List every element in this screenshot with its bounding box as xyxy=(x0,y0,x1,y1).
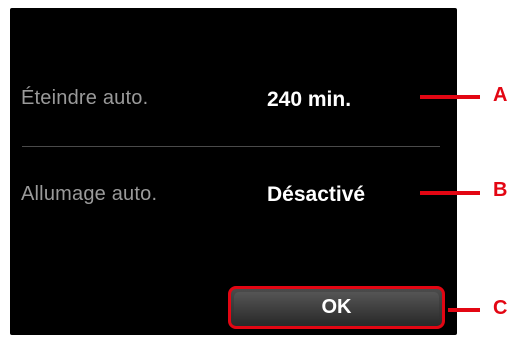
ok-button[interactable]: OK xyxy=(228,286,445,329)
auto-off-label: Éteindre auto. xyxy=(21,87,149,109)
callout-a: A xyxy=(493,84,508,106)
auto-off-value[interactable]: 240 min. xyxy=(267,88,351,112)
callout-b: B xyxy=(493,179,508,201)
ok-button-label: OK xyxy=(321,296,352,318)
printer-lcd-screen: Éteindre auto. 240 min. Allumage auto. D… xyxy=(10,8,457,335)
callout-line-c xyxy=(448,308,480,312)
callout-line-b xyxy=(420,191,480,195)
callout-c: C xyxy=(493,297,508,319)
divider xyxy=(22,146,440,147)
callout-line-a xyxy=(420,95,480,99)
auto-on-value[interactable]: Désactivé xyxy=(267,183,365,207)
auto-on-label: Allumage auto. xyxy=(21,183,158,205)
